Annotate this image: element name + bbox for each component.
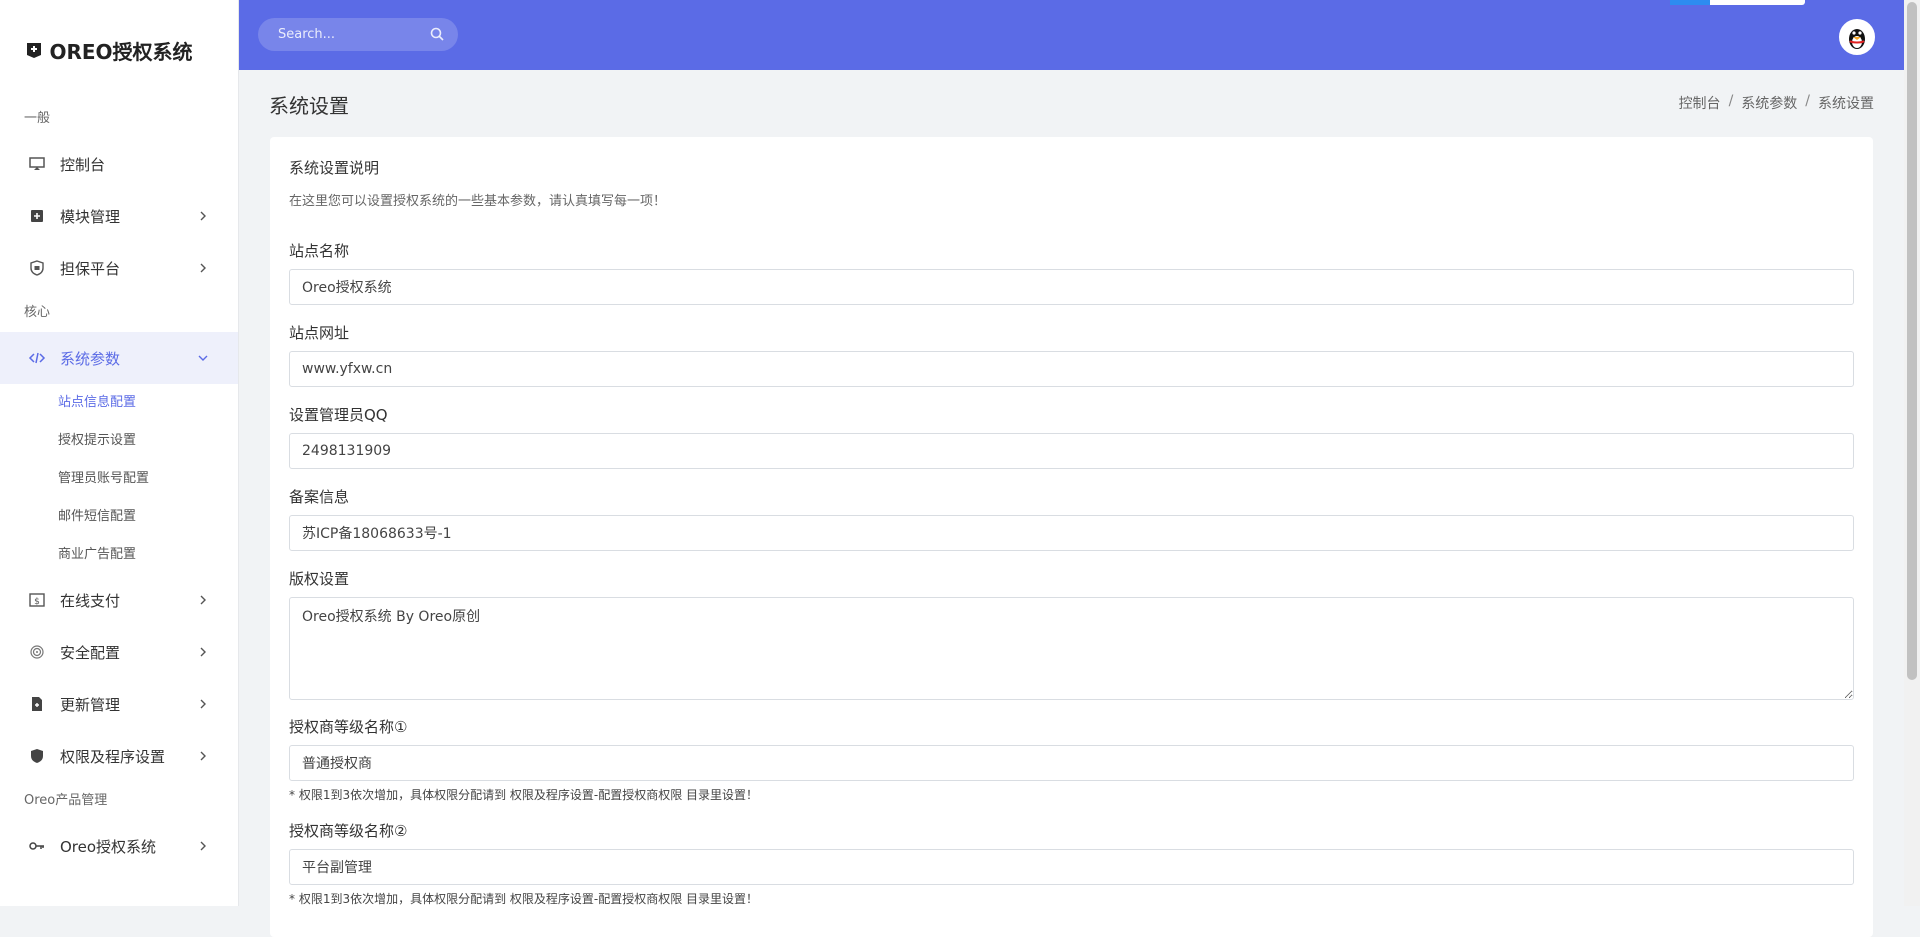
site-url-label: 站点网址 xyxy=(289,324,350,342)
sidebar-item-label: 系统参数 xyxy=(60,349,121,368)
chevron-right-icon xyxy=(200,751,206,761)
sidebar-item-label: 担保平台 xyxy=(60,259,121,278)
sidebar-item-label: 在线支付 xyxy=(60,591,121,610)
breadcrumb-item-dashboard[interactable]: 控制台 xyxy=(1679,93,1721,113)
sidebar-item-label: 模块管理 xyxy=(60,207,121,226)
sidebar-item-payment[interactable]: $ 在线支付 xyxy=(0,574,238,626)
sidebar-item-label: 权限及程序设置 xyxy=(60,747,166,766)
brand-title: OREO授权系统 xyxy=(49,39,193,64)
search-input[interactable] xyxy=(258,26,418,43)
sub-item-ads[interactable]: 商业广告配置 xyxy=(0,536,238,574)
breadcrumb-item-system-params[interactable]: 系统参数 xyxy=(1741,93,1797,113)
chevron-down-icon xyxy=(198,355,208,361)
sub-item-site-info[interactable]: 站点信息配置 xyxy=(0,384,238,422)
page-title: 系统设置 xyxy=(269,94,349,118)
dollar-card-icon: $ xyxy=(28,591,46,609)
breadcrumb-separator: / xyxy=(1805,93,1810,109)
level1-input[interactable] xyxy=(289,745,1854,781)
sub-item-admin-account[interactable]: 管理员账号配置 xyxy=(0,460,238,498)
chevron-right-icon xyxy=(200,595,206,605)
site-url-input[interactable] xyxy=(289,351,1854,387)
sidebar-item-permissions[interactable]: 权限及程序设置 xyxy=(0,730,238,782)
admin-qq-label: 设置管理员QQ xyxy=(289,406,388,424)
module-icon xyxy=(28,207,46,225)
copyright-textarea[interactable]: Oreo授权系统 By Oreo原创 xyxy=(289,597,1854,700)
sub-item-mail-sms[interactable]: 邮件短信配置 xyxy=(0,498,238,536)
sidebar-item-updates[interactable]: 更新管理 xyxy=(0,678,238,730)
level2-input[interactable] xyxy=(289,849,1854,885)
sidebar: OREO授权系统 一般 控制台 模块管理 担保平台 核心 系统参数 站点信息配置… xyxy=(0,0,239,906)
sub-item-auth-tips[interactable]: 授权提示设置 xyxy=(0,422,238,460)
scrollbar-thumb[interactable] xyxy=(1907,2,1917,680)
chevron-right-icon xyxy=(200,211,206,221)
avatar[interactable] xyxy=(1839,19,1875,55)
icp-label: 备案信息 xyxy=(289,488,350,506)
chevron-right-icon xyxy=(200,841,206,851)
page-scrollbar[interactable] xyxy=(1904,0,1920,906)
sidebar-item-label: Oreo授权系统 xyxy=(60,837,157,856)
breadcrumb: 控制台 / 系统参数 / 系统设置 xyxy=(1679,93,1874,113)
svg-text:$: $ xyxy=(34,597,40,607)
breadcrumb-separator: / xyxy=(1728,93,1734,109)
brand-logo[interactable]: OREO授权系统 xyxy=(0,0,238,100)
sidebar-item-label: 控制台 xyxy=(60,155,106,174)
breadcrumb-item-current: 系统设置 xyxy=(1818,96,1874,112)
admin-qq-input[interactable] xyxy=(289,433,1854,469)
chevron-right-icon xyxy=(200,699,206,709)
level1-label: 授权商等级名称① xyxy=(289,718,408,736)
description-text: 在这里您可以设置授权系统的一些基本参数，请认真填写每一项！ xyxy=(289,194,667,209)
search-icon[interactable] xyxy=(430,27,444,41)
sidebar-item-guarantee[interactable]: 担保平台 xyxy=(0,242,238,294)
sidebar-item-oreo-auth[interactable]: Oreo授权系统 xyxy=(0,820,238,872)
penguin-avatar-icon xyxy=(1841,21,1873,53)
chevron-right-icon xyxy=(200,263,206,273)
site-name-input[interactable] xyxy=(289,269,1854,305)
description-title: 系统设置说明 xyxy=(289,159,380,177)
chevron-right-icon xyxy=(200,647,206,657)
sidebar-item-system-params[interactable]: 系统参数 xyxy=(0,332,238,384)
sidebar-item-label: 安全配置 xyxy=(60,643,121,662)
sidebar-item-dashboard[interactable]: 控制台 xyxy=(0,138,238,190)
sidebar-item-security[interactable]: 安全配置 xyxy=(0,626,238,678)
copyright-label: 版权设置 xyxy=(289,570,350,588)
monitor-icon xyxy=(28,155,46,173)
fingerprint-icon xyxy=(28,643,46,661)
search-box[interactable] xyxy=(258,18,458,51)
level2-hint: * 权限1到3依次增加，具体权限分配请到 权限及程序设置-配置授权商权限 目录里… xyxy=(289,892,759,906)
top-header xyxy=(239,0,1904,70)
sidebar-item-modules[interactable]: 模块管理 xyxy=(0,190,238,242)
sidebar-item-label: 更新管理 xyxy=(60,695,121,714)
settings-card: 系统设置说明 在这里您可以设置授权系统的一些基本参数，请认真填写每一项！ 站点名… xyxy=(270,137,1873,937)
key-icon xyxy=(28,837,46,855)
top-tab-indicator xyxy=(1670,0,1805,5)
file-update-icon xyxy=(28,695,46,713)
code-icon xyxy=(28,349,46,367)
icp-input[interactable] xyxy=(289,515,1854,551)
level1-hint: * 权限1到3依次增加，具体权限分配请到 权限及程序设置-配置授权商权限 目录里… xyxy=(289,788,759,802)
shield-icon xyxy=(28,747,46,765)
brand-icon xyxy=(27,43,42,58)
site-name-label: 站点名称 xyxy=(289,242,350,260)
section-core: 核心 xyxy=(24,305,51,320)
level2-label: 授权商等级名称② xyxy=(289,822,408,840)
section-general: 一般 xyxy=(24,111,51,126)
shield-check-icon xyxy=(28,259,46,277)
section-oreo-products: Oreo产品管理 xyxy=(24,793,108,808)
